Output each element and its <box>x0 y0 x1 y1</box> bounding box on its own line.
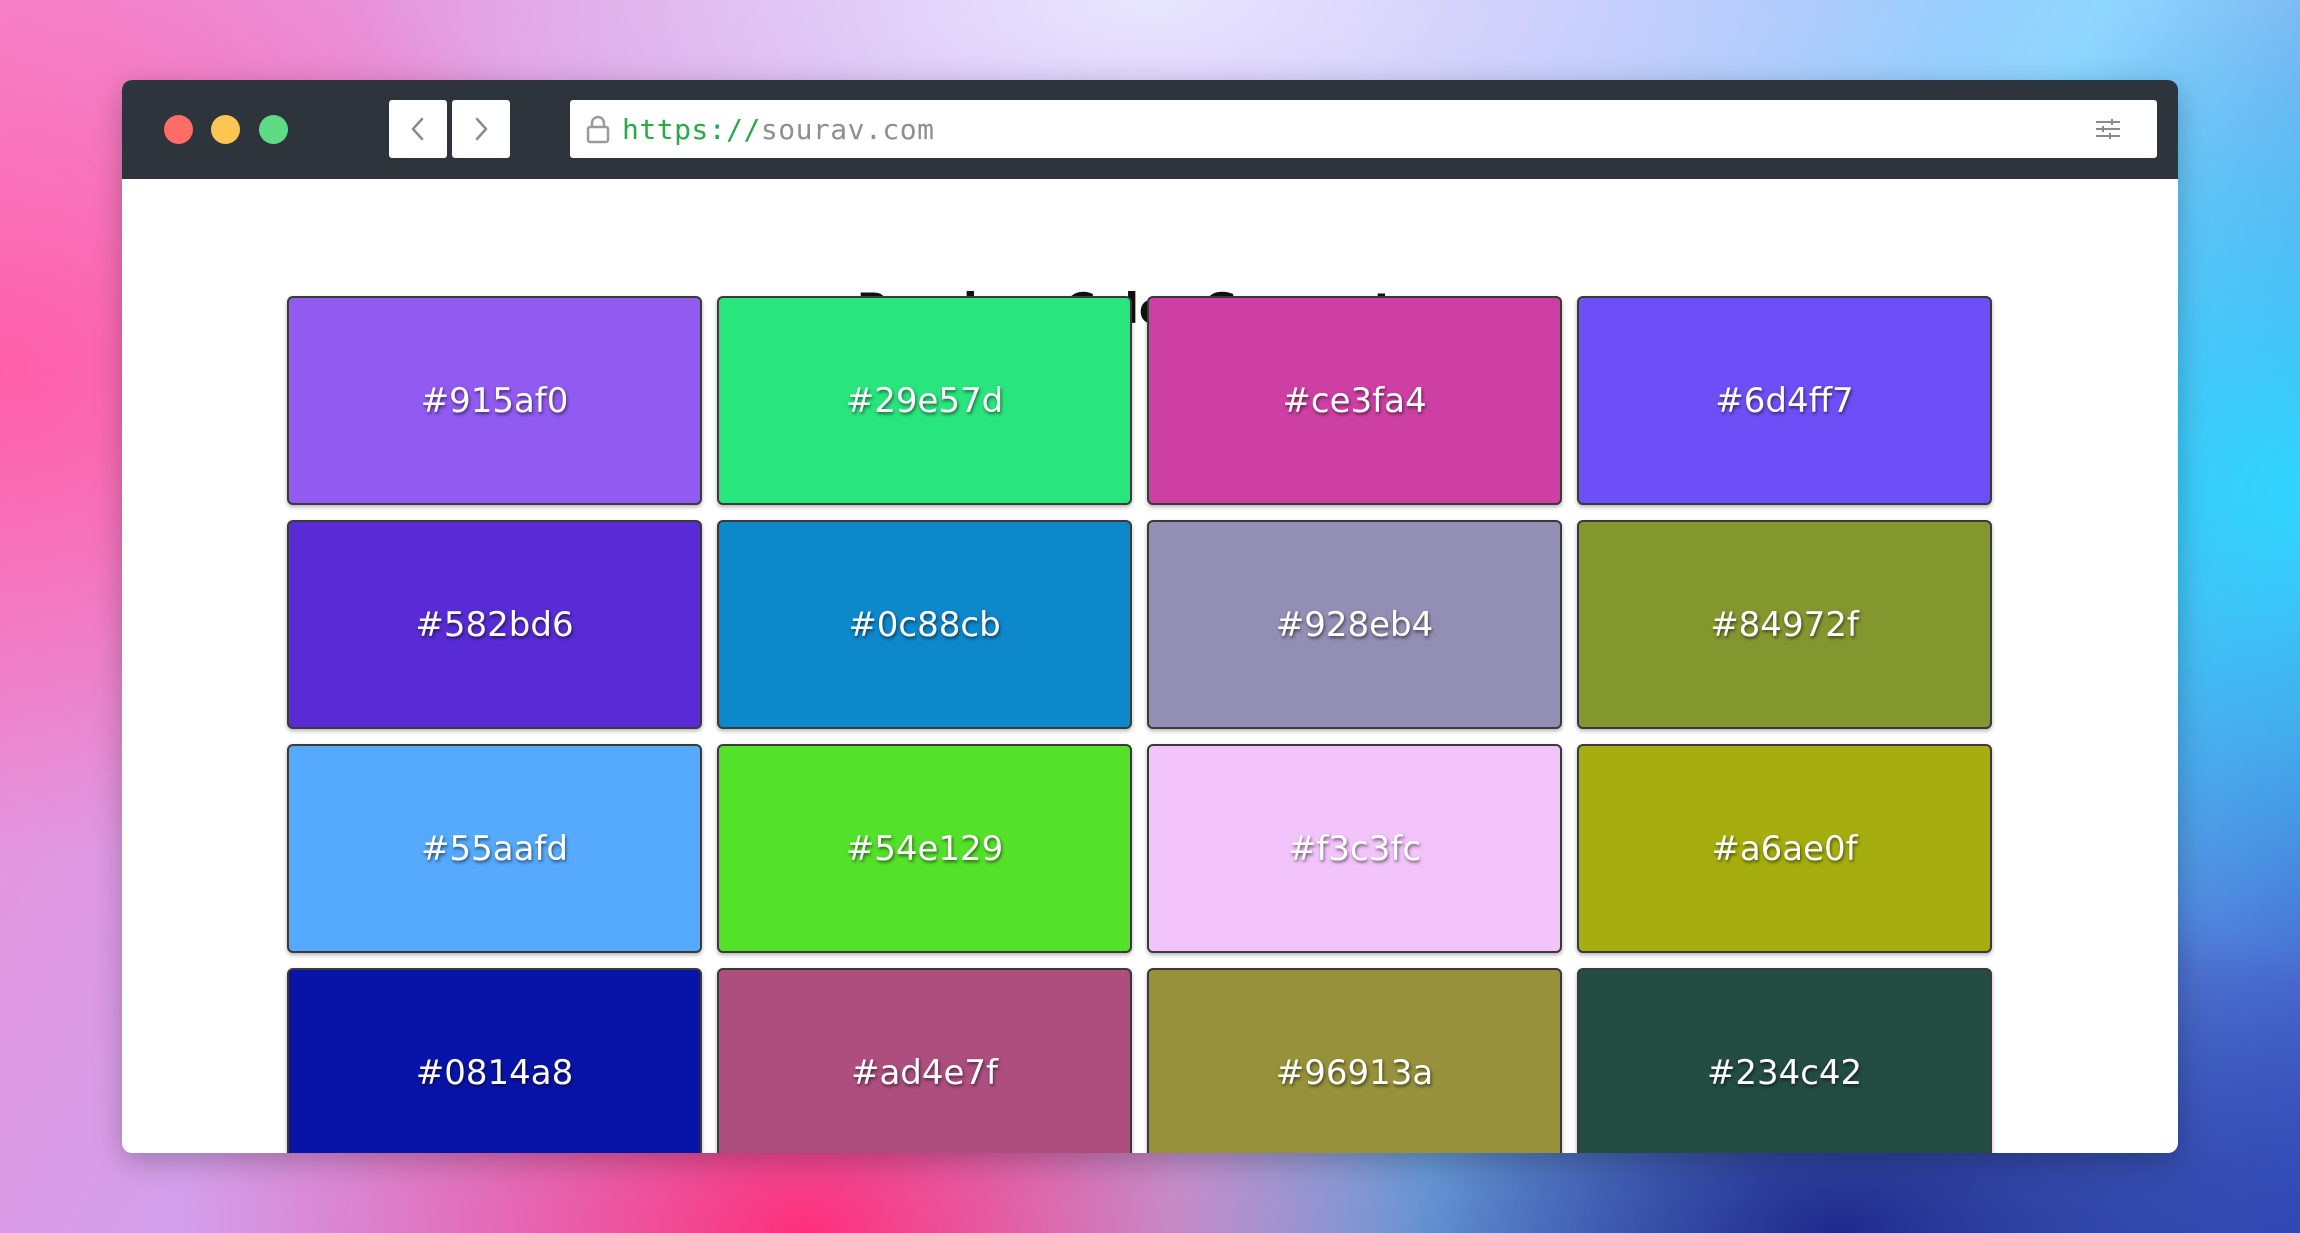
chevron-right-icon <box>475 117 488 141</box>
color-card[interactable]: #0814a8 <box>287 968 702 1153</box>
color-hex-label: #54e129 <box>845 828 1004 869</box>
close-window-button[interactable] <box>164 115 193 144</box>
color-card[interactable]: #6d4ff7 <box>1577 296 1992 505</box>
color-card[interactable]: #234c42 <box>1577 968 1992 1153</box>
color-card[interactable]: #ad4e7f <box>717 968 1132 1153</box>
color-hex-label: #928eb4 <box>1275 604 1434 645</box>
color-hex-label: #582bd6 <box>415 604 574 645</box>
sliders-icon <box>2096 119 2120 139</box>
url-scheme: https:// <box>622 112 761 146</box>
browser-toolbar: https://sourav.com <box>122 80 2178 179</box>
color-hex-label: #55aafd <box>421 828 568 869</box>
url-host: sourav.com <box>760 112 935 146</box>
color-card[interactable]: #582bd6 <box>287 520 702 729</box>
color-card[interactable]: #928eb4 <box>1147 520 1562 729</box>
color-hex-label: #84972f <box>1710 604 1859 645</box>
color-hex-label: #234c42 <box>1706 1052 1863 1093</box>
color-card[interactable]: #f3c3fc <box>1147 744 1562 953</box>
color-hex-label: #ce3fa4 <box>1282 380 1427 421</box>
color-card[interactable]: #a6ae0f <box>1577 744 1992 953</box>
color-card[interactable]: #96913a <box>1147 968 1562 1153</box>
color-card[interactable]: #915af0 <box>287 296 702 505</box>
browser-window: https://sourav.com Random Color Generato… <box>122 80 2178 1153</box>
minimize-window-button[interactable] <box>211 115 240 144</box>
color-hex-label: #96913a <box>1275 1052 1434 1093</box>
lock-icon <box>584 113 612 145</box>
color-hex-label: #a6ae0f <box>1711 828 1858 869</box>
color-card[interactable]: #55aafd <box>287 744 702 953</box>
color-grid: #915af0 #29e57d #ce3fa4 #6d4ff7 #582bd6 #0c88… <box>287 296 1999 1153</box>
color-card[interactable]: #54e129 <box>717 744 1132 953</box>
color-hex-label: #ad4e7f <box>850 1052 999 1093</box>
color-card[interactable]: #29e57d <box>717 296 1132 505</box>
color-hex-label: #0c88cb <box>848 604 1001 645</box>
color-hex-label: #29e57d <box>845 380 1004 421</box>
color-card[interactable]: #ce3fa4 <box>1147 296 1562 505</box>
maximize-window-button[interactable] <box>259 115 288 144</box>
address-bar[interactable]: https://sourav.com <box>570 100 2157 158</box>
color-hex-label: #915af0 <box>420 380 569 421</box>
url-text: https://sourav.com <box>622 113 934 146</box>
settings-button[interactable] <box>2078 100 2138 158</box>
color-card[interactable]: #84972f <box>1577 520 1992 729</box>
back-button[interactable] <box>389 100 447 158</box>
forward-button[interactable] <box>452 100 510 158</box>
chevron-left-icon <box>411 117 424 141</box>
color-hex-label: #0814a8 <box>415 1052 574 1093</box>
color-hex-label: #6d4ff7 <box>1715 380 1854 421</box>
color-card[interactable]: #0c88cb <box>717 520 1132 729</box>
color-hex-label: #f3c3fc <box>1287 828 1422 869</box>
